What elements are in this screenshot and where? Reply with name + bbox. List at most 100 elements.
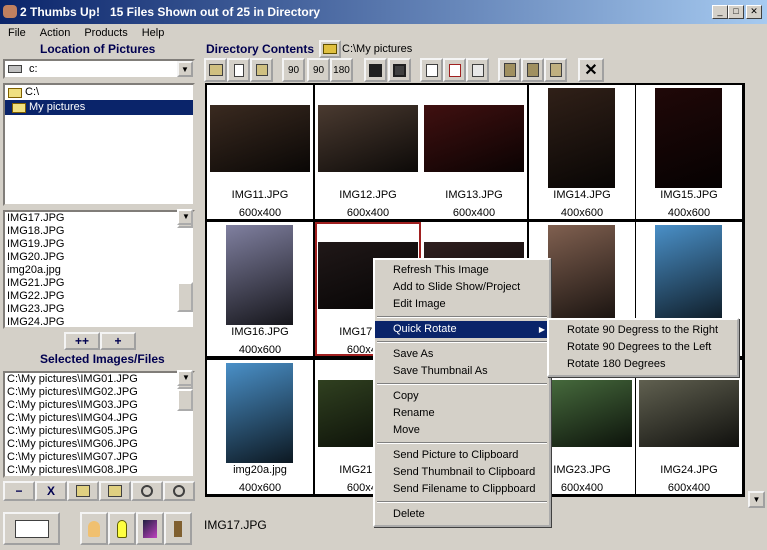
menu-help[interactable]: Help — [142, 27, 165, 39]
thumbnail-dimensions: 600x400 — [452, 207, 496, 219]
copy-red-button[interactable] — [443, 58, 466, 82]
add-button[interactable]: + — [100, 332, 136, 350]
menu-item-refresh-this-image[interactable]: Refresh This Image — [375, 262, 549, 279]
thumbnail-image — [226, 225, 293, 325]
list-item[interactable]: IMG17.JPG — [5, 212, 193, 225]
email-button[interactable] — [3, 512, 60, 545]
clipboard-thumbnail-button[interactable] — [521, 58, 544, 82]
thumbnail-cell[interactable]: IMG14.JPG 400x600 — [529, 85, 635, 219]
list-item[interactable]: C:\My pictures\IMG03.JPG — [5, 399, 193, 412]
new-button[interactable] — [227, 58, 250, 82]
rotate-180-button[interactable]: 180 — [330, 58, 353, 82]
menu-action[interactable]: Action — [40, 27, 71, 39]
menu-item-send-picture-to-clipboard[interactable]: Send Picture to Clipboard — [375, 447, 549, 464]
paste-button[interactable] — [466, 58, 489, 82]
list-item[interactable]: C:\My pictures\IMG04.JPG — [5, 412, 193, 425]
menu-item-rotate-180[interactable]: Rotate 180 Degrees — [549, 356, 737, 373]
menu-item-save-as[interactable]: Save As — [375, 346, 549, 363]
save-thumbnail-button[interactable] — [388, 58, 411, 82]
menu-item-delete[interactable]: Delete — [375, 506, 549, 523]
tree-label: C:\ — [25, 86, 40, 98]
hint-button[interactable] — [108, 512, 136, 545]
menu-products[interactable]: Products — [84, 27, 127, 39]
close-button[interactable]: ✕ — [746, 5, 762, 19]
list-item[interactable]: IMG22.JPG — [5, 290, 193, 303]
folder-tree[interactable]: C:\ My pictures — [3, 83, 195, 206]
clear-button[interactable]: X — [35, 481, 67, 501]
delete-button[interactable]: ✕ — [578, 58, 604, 82]
quick-rotate-submenu: Rotate 90 Degress to the Right Rotate 90… — [547, 318, 739, 377]
minimize-button[interactable]: _ — [712, 5, 728, 19]
view-image-button[interactable] — [204, 58, 227, 82]
thumbnail-cell[interactable]: IMG16.JPG 400x600 — [207, 222, 313, 356]
move-to-folder-button[interactable] — [99, 481, 131, 501]
list-item[interactable]: C:\My pictures\IMG01.JPG — [5, 373, 193, 386]
thumbnail-name: IMG14.JPG — [553, 189, 611, 201]
thumbnail-cell[interactable]: img20a.jpg 400x600 — [207, 360, 313, 494]
list-item[interactable]: IMG19.JPG — [5, 238, 193, 251]
menu-item-send-thumbnail-to-clipboard[interactable]: Send Thumbnail to Clipboard — [375, 464, 549, 481]
add-all-button[interactable]: ++ — [64, 332, 100, 350]
menu-separator — [377, 316, 547, 318]
clipboard-filename-button[interactable] — [544, 58, 567, 82]
menu-item-quick-rotate[interactable]: Quick Rotate ▶ — [375, 321, 549, 338]
list-item[interactable]: C:\My pictures\IMG05.JPG — [5, 425, 193, 438]
thumbnail-name: IMG16.JPG — [231, 326, 289, 338]
list-item[interactable]: IMG23.JPG — [5, 303, 193, 316]
list-item[interactable]: C:\My pictures\IMG07.JPG — [5, 451, 193, 464]
rotate-right-button[interactable]: 90 — [307, 58, 330, 82]
thumbnail-cell[interactable]: IMG15.JPG 400x600 — [636, 85, 742, 219]
menu-item-rotate-right[interactable]: Rotate 90 Degress to the Right — [549, 322, 737, 339]
menu-item-move[interactable]: Move — [375, 422, 549, 439]
thumbnail-cell[interactable]: IMG13.JPG 600x400 — [421, 85, 527, 219]
menu-file[interactable]: File — [8, 27, 26, 39]
tips-button[interactable] — [80, 512, 108, 545]
envelope-icon — [14, 519, 49, 538]
list-item[interactable]: IMG20.JPG — [5, 251, 193, 264]
menu-separator — [377, 383, 547, 385]
exit-button[interactable] — [164, 512, 192, 545]
menu-item-add-to-slide-show-project[interactable]: Add to Slide Show/Project — [375, 279, 549, 296]
wizard-icon — [143, 519, 157, 538]
copy-to-folder-button[interactable] — [67, 481, 99, 501]
list-item[interactable]: C:\My pictures\IMG08.JPG — [5, 464, 193, 477]
clipboard-picture-button[interactable] — [498, 58, 521, 82]
browse-folder-button[interactable] — [319, 40, 341, 58]
menu-item-save-thumbnail-as[interactable]: Save Thumbnail As — [375, 363, 549, 380]
view-button[interactable] — [131, 481, 163, 501]
selected-list-scrollbar[interactable]: ▲▼ — [177, 370, 193, 411]
remove-button[interactable]: − — [3, 481, 35, 501]
image-button[interactable] — [250, 58, 273, 82]
menu-item-rotate-left[interactable]: Rotate 90 Degrees to the Left — [549, 339, 737, 356]
thumbnail-cell[interactable]: IMG12.JPG 600x400 — [315, 85, 421, 219]
list-item[interactable]: IMG24.JPG — [5, 316, 193, 329]
thumbnail-cell[interactable]: IMG11.JPG 600x400 — [207, 85, 313, 219]
list-item[interactable]: IMG18.JPG — [5, 225, 193, 238]
menu-item-send-filename-to-clippboard[interactable]: Send Filename to Clippboard — [375, 481, 549, 498]
list-item[interactable]: IMG21.JPG — [5, 277, 193, 290]
wizard-button[interactable] — [136, 512, 164, 545]
maximize-button[interactable]: □ — [728, 5, 744, 19]
thumbnail-name: IMG24.JPG — [660, 464, 718, 476]
list-item[interactable]: img20a.jpg — [5, 264, 193, 277]
tree-item-c[interactable]: C:\ — [5, 85, 193, 100]
find-button[interactable] — [163, 481, 195, 501]
list-item[interactable]: C:\My pictures\IMG02.JPG — [5, 386, 193, 399]
selected-list[interactable]: C:\My pictures\IMG01.JPG C:\My pictures\… — [3, 370, 195, 478]
tree-item-my-pictures[interactable]: My pictures — [5, 100, 193, 115]
rotate-left-button[interactable]: 90 — [282, 58, 305, 82]
file-list[interactable]: IMG17.JPG IMG18.JPG IMG19.JPG IMG20.JPG … — [3, 209, 195, 329]
drive-select[interactable]: c: ▼ — [3, 59, 195, 79]
file-list-scrollbar[interactable]: ▲▼ — [177, 209, 193, 312]
thumbnail-cell[interactable]: IMG24.JPG 600x400 — [636, 360, 742, 494]
menu-item-copy[interactable]: Copy — [375, 388, 549, 405]
list-item[interactable]: C:\My pictures\IMG06.JPG — [5, 438, 193, 451]
chevron-down-icon[interactable]: ▼ — [177, 61, 193, 77]
copy-button[interactable] — [420, 58, 443, 82]
grid-scrollbar[interactable]: ▼ — [748, 83, 765, 513]
thumbnail-dimensions: 600x400 — [238, 207, 282, 219]
menu-item-edit-image[interactable]: Edit Image — [375, 296, 549, 313]
thumbnail-name: img20a.jpg — [233, 464, 287, 476]
save-button[interactable] — [364, 58, 387, 82]
menu-item-rename[interactable]: Rename — [375, 405, 549, 422]
